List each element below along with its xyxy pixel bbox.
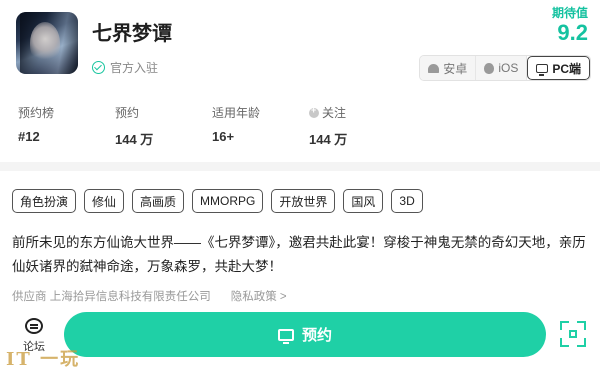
stat-value: #12 xyxy=(18,129,40,144)
score-value: 9.2 xyxy=(557,20,588,45)
apple-icon xyxy=(484,62,495,74)
verified-check-icon xyxy=(92,61,105,74)
platform-label: PC端 xyxy=(552,61,581,76)
verified-badge: 官方入驻 xyxy=(92,59,158,76)
platform-label: iOS xyxy=(498,61,519,75)
game-icon xyxy=(16,12,78,74)
stat-value: 144 万 xyxy=(115,132,154,147)
tag[interactable]: 角色扮演 xyxy=(12,189,77,213)
provider-info: 供应商 上海拾异信息科技有限责任公司 隐私政策 > xyxy=(12,288,287,304)
verified-label: 官方入驻 xyxy=(110,61,159,75)
follow-label: 关注 xyxy=(322,106,347,120)
stat-label: 预约 xyxy=(115,106,140,120)
expectation-score: 期待值 9.2 xyxy=(552,4,588,45)
tag[interactable]: 修仙 xyxy=(84,189,125,213)
stat-value: 144 万 xyxy=(309,132,348,147)
platform-tab-android[interactable]: 安卓 xyxy=(420,56,477,80)
chat-icon xyxy=(25,318,43,334)
stat-rank[interactable]: 预约榜 #12 xyxy=(18,104,115,148)
stat-value: 16+ xyxy=(212,129,235,144)
android-icon xyxy=(428,63,440,73)
stat-label: 预约榜 xyxy=(18,106,55,120)
game-title: 七界梦谭 xyxy=(92,23,172,45)
privacy-policy-link[interactable]: 隐私政策 > xyxy=(231,288,287,304)
stat-reservations: 预约 144 万 xyxy=(115,104,212,148)
monitor-icon xyxy=(536,63,549,76)
platform-tab-ios[interactable]: iOS xyxy=(476,56,528,80)
platform-tab-pc[interactable]: PC端 xyxy=(527,56,590,80)
stats-row: 预约榜 #12 预约 144 万 适用年龄 16+ 关注 144 万 xyxy=(18,104,406,148)
reserve-label: 预约 xyxy=(301,327,332,344)
tag[interactable]: 高画质 xyxy=(132,189,185,213)
stat-follow[interactable]: 关注 144 万 xyxy=(309,104,406,148)
tag[interactable]: 国风 xyxy=(343,189,384,213)
platform-label: 安卓 xyxy=(443,61,468,76)
monitor-icon xyxy=(277,328,294,344)
game-icon-face xyxy=(30,22,60,64)
section-divider xyxy=(0,162,600,171)
stat-age-rating: 适用年龄 16+ xyxy=(212,104,309,148)
tag-list: 角色扮演 修仙 高画质 MMORPG 开放世界 国风 3D xyxy=(12,189,423,213)
provider-name: 供应商 上海拾异信息科技有限责任公司 xyxy=(12,291,211,303)
watermark-logo: IT 一玩 xyxy=(6,349,81,370)
score-label: 期待值 xyxy=(551,6,588,20)
platform-switcher: 安卓 iOS PC端 xyxy=(419,55,591,81)
tag[interactable]: 3D xyxy=(391,189,423,213)
follow-plus-icon xyxy=(309,105,319,118)
tag[interactable]: MMORPG xyxy=(192,189,264,213)
game-description: 前所未见的东方仙诡大世界——《七界梦谭》，邀君共赴此宴！穿梭于神鬼无禁的奇幻天地… xyxy=(12,235,586,274)
reserve-button[interactable]: 预约 xyxy=(64,312,546,357)
tag[interactable]: 开放世界 xyxy=(271,189,336,213)
stat-label: 适用年龄 xyxy=(212,106,261,120)
qr-code-icon[interactable] xyxy=(560,321,586,347)
stat-label: 关注 xyxy=(309,104,406,121)
